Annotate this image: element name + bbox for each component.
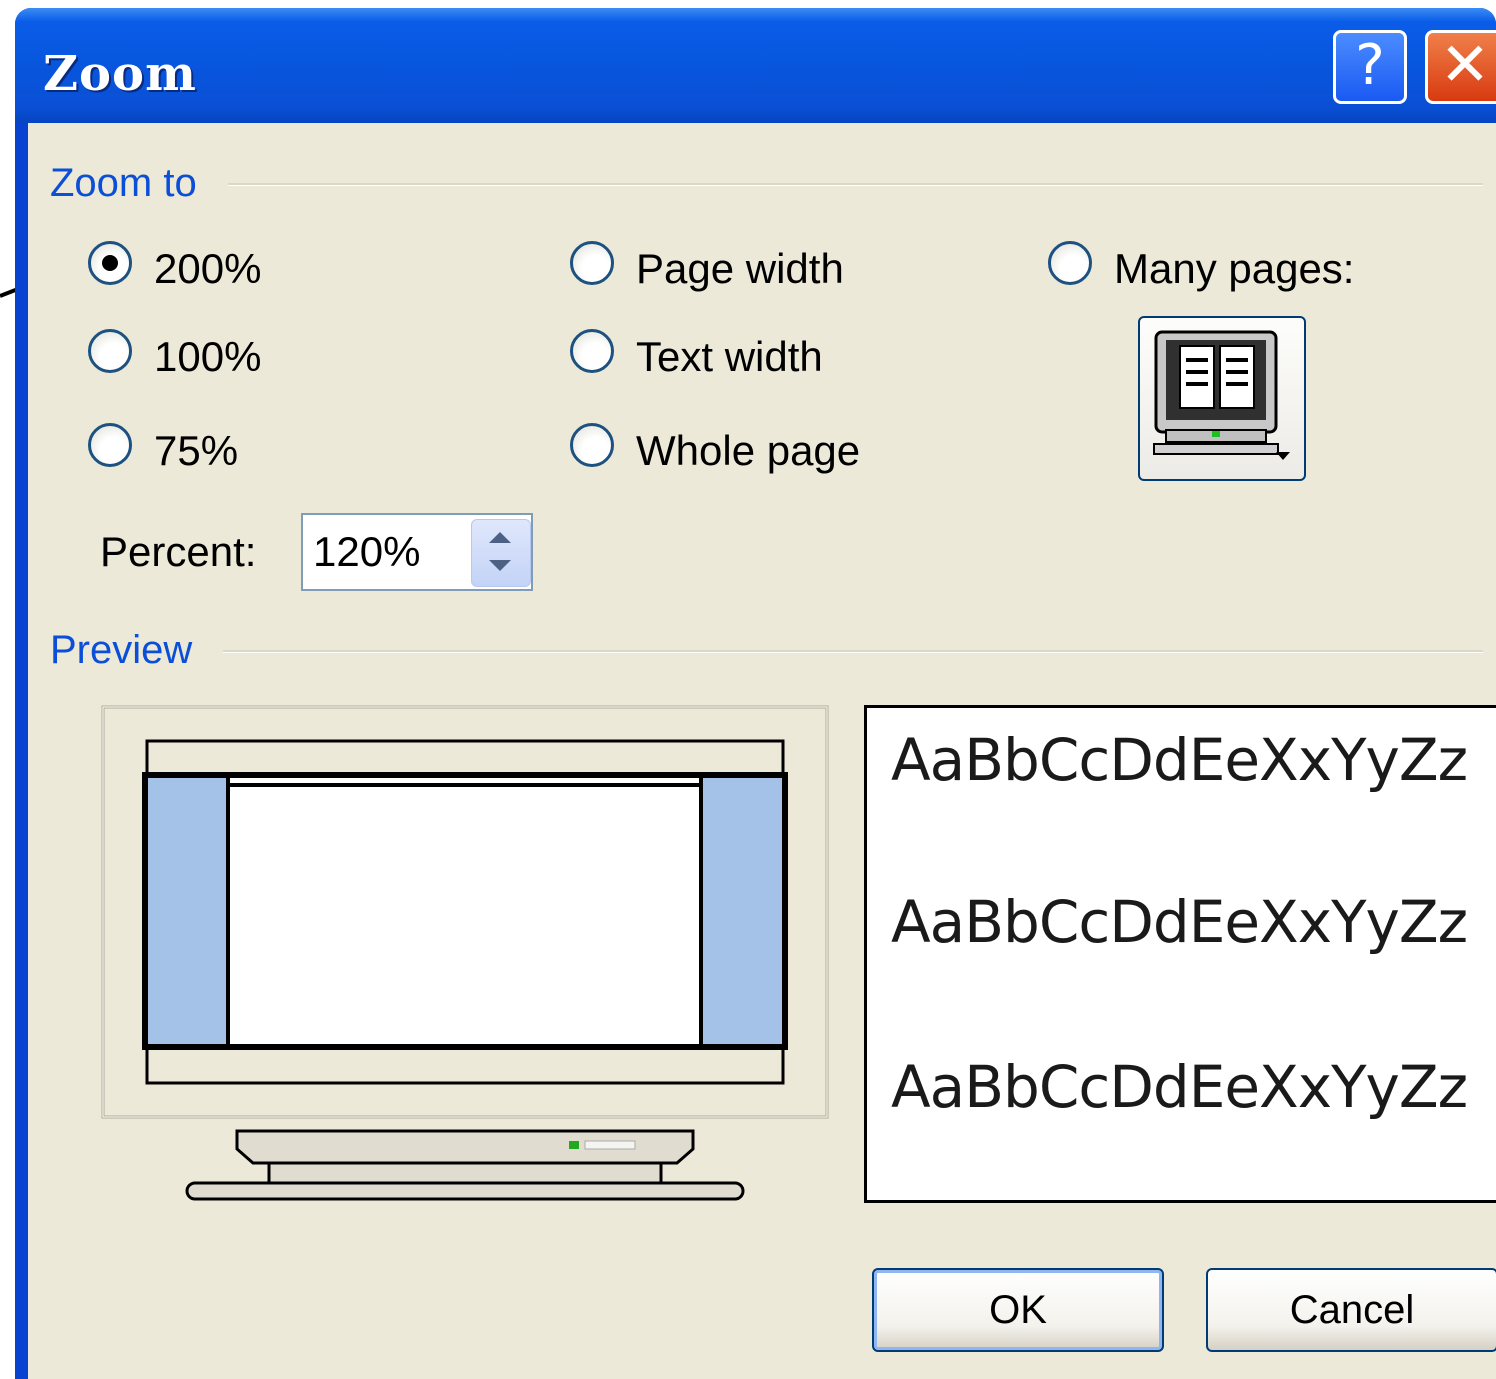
radio-text-width-label: Text width	[636, 333, 823, 380]
preview-sample-box: AaBbCcDdEeXxYyZz AaBbCcDdEeXxYyZz AaBbCc…	[864, 705, 1496, 1203]
ok-button[interactable]: OK	[872, 1268, 1164, 1352]
dialog-title: Zoom	[43, 46, 197, 102]
radio-100[interactable]	[88, 329, 132, 373]
radio-many-pages[interactable]	[1048, 241, 1092, 285]
radio-75[interactable]	[88, 423, 132, 467]
percent-spinner	[301, 513, 533, 591]
radio-many-pages-label: Many pages:	[1114, 245, 1355, 292]
zoom-to-group-label: Zoom to	[50, 161, 197, 205]
spin-down-icon[interactable]	[489, 560, 511, 571]
radio-100-label: 100%	[154, 333, 262, 380]
radio-200-label: 200%	[154, 245, 262, 292]
group-divider	[223, 650, 1483, 653]
monitor-pages-icon	[1153, 330, 1290, 460]
radio-page-width-label: Page width	[636, 245, 844, 292]
preview-monitor-graphic	[101, 705, 829, 1201]
group-divider	[228, 183, 1483, 186]
radio-selected-dot	[102, 255, 118, 271]
radio-page-width[interactable]	[570, 241, 614, 285]
preview-sample-text: AaBbCcDdEeXxYyZz	[891, 888, 1468, 956]
dialog-body: Zoom to 200% 100% 75% Page width Text wi…	[28, 123, 1496, 1379]
radio-whole-page-label: Whole page	[636, 427, 861, 474]
preview-group-label: Preview	[50, 628, 193, 672]
help-button[interactable]: ?	[1333, 30, 1407, 104]
zoom-dialog: Zoom ? ✕ Zoom to 200% 100% 75% Page widt…	[15, 8, 1496, 1379]
title-bar: Zoom ? ✕	[15, 8, 1496, 123]
percent-label: Percent:	[100, 528, 257, 575]
radio-whole-page[interactable]	[570, 423, 614, 467]
preview-sample-text: AaBbCcDdEeXxYyZz	[891, 726, 1468, 794]
preview-sample-text: AaBbCcDdEeXxYyZz	[891, 1053, 1468, 1121]
spin-up-icon[interactable]	[489, 532, 511, 543]
close-button[interactable]: ✕	[1425, 30, 1496, 104]
many-pages-button[interactable]	[1138, 316, 1306, 481]
radio-text-width[interactable]	[570, 329, 614, 373]
percent-spin-buttons[interactable]	[471, 519, 531, 587]
cancel-button[interactable]: Cancel	[1206, 1268, 1496, 1352]
percent-input[interactable]	[313, 527, 463, 577]
radio-75-label: 75%	[154, 427, 239, 474]
radio-200[interactable]	[88, 241, 132, 285]
